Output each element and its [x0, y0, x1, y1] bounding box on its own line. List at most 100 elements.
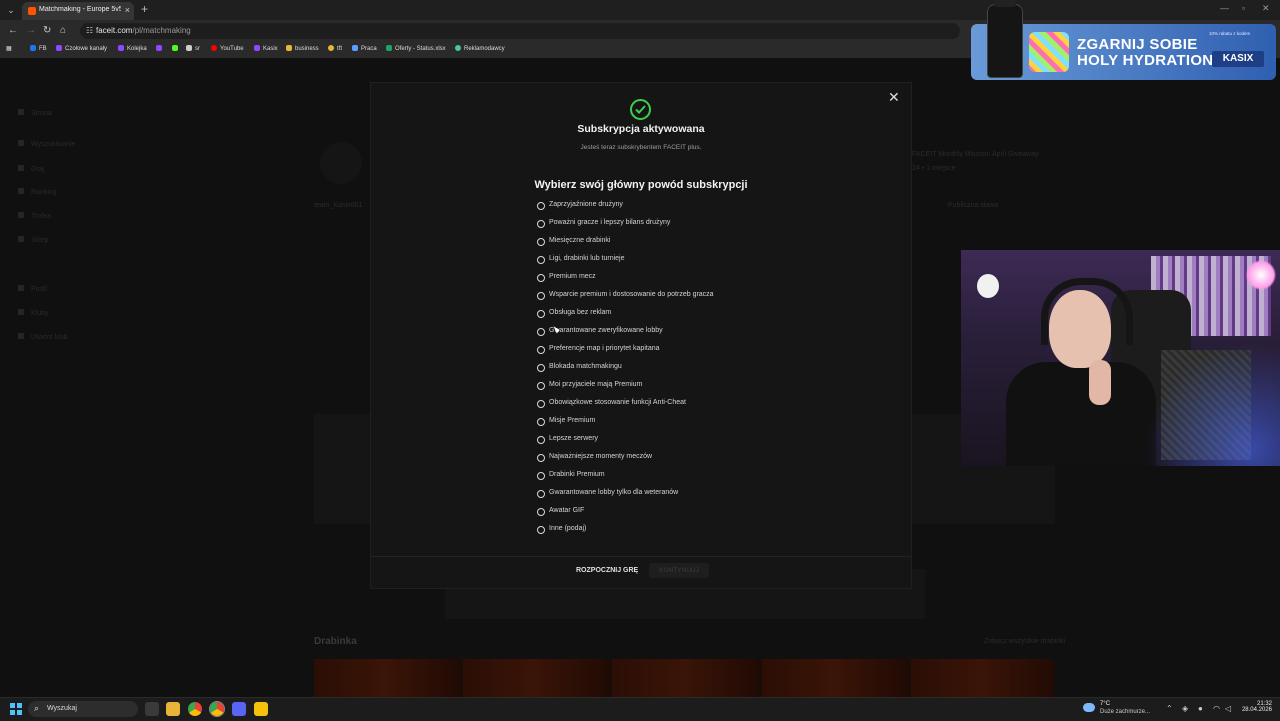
radio-button[interactable]	[537, 382, 545, 390]
radio-button[interactable]	[537, 490, 545, 498]
radio-button[interactable]	[537, 220, 545, 228]
radio-button[interactable]	[537, 364, 545, 372]
sidebar-item[interactable]: Wyszukiwanie	[18, 140, 75, 148]
bookmark-kolejka[interactable]: Kolejka	[118, 45, 147, 52]
chrome-profile-icon[interactable]	[209, 701, 225, 717]
continue-button[interactable]: KONTYNUUJ	[649, 563, 709, 578]
address-bar[interactable]: ☷ faceit.com/pl/matchmaking	[80, 23, 960, 39]
task-view-icon[interactable]	[145, 702, 159, 716]
radio-button[interactable]	[537, 292, 545, 300]
home-icon[interactable]: ⌂	[60, 25, 66, 36]
maximize-icon[interactable]: ▫	[1242, 3, 1245, 13]
webcam-overlay	[961, 250, 1280, 466]
sidebar-item[interactable]: Ranking	[18, 188, 57, 196]
sidebar-item[interactable]: Kluby	[18, 309, 49, 317]
search-placeholder: Wyszukaj	[47, 705, 77, 712]
volume-icon[interactable]: ◁	[1225, 704, 1231, 713]
discord-icon[interactable]	[232, 702, 246, 716]
radio-button[interactable]	[537, 400, 545, 408]
ad-promo-code: KASIX	[1212, 51, 1264, 67]
sidebar-item[interactable]: Utwórz klub	[18, 333, 68, 341]
new-tab-plus-icon[interactable]: +	[141, 2, 148, 16]
apps-grid-icon[interactable]: ▦	[6, 45, 12, 52]
back-arrow-icon[interactable]: ←	[8, 25, 18, 36]
player-avatar	[320, 142, 362, 184]
faceit-sidebar: Strona Wyszukiwanie Graj Ranking Trofea …	[0, 59, 120, 697]
event-title: FACEIT Monthly Mission: April Giveaway	[912, 151, 1039, 158]
radio-button[interactable]	[537, 346, 545, 354]
radio-button[interactable]	[537, 508, 545, 516]
modal-footer-divider	[371, 556, 911, 557]
modal-subtitle: Jesteś teraz subskrybentem FACEIT plus.	[580, 144, 702, 151]
ladder-link[interactable]: Zobacz wszystkie drabinki	[984, 638, 1065, 645]
rgb-glow	[961, 250, 1280, 466]
reload-icon[interactable]: ↻	[43, 25, 51, 36]
radio-button[interactable]	[537, 202, 545, 210]
radio-button[interactable]	[537, 454, 545, 462]
sidebar-item[interactable]: Strona	[18, 109, 52, 117]
bookmark-oferty[interactable]: Oferty - Status.xlsx	[386, 45, 446, 52]
bookmark-kasix[interactable]: Kasix	[254, 45, 278, 52]
ad-fineprint: 10% rabatu z kodem	[1209, 31, 1251, 36]
sidebar-item[interactable]: Graj	[18, 165, 44, 173]
sidebar-item[interactable]: Profil	[18, 285, 47, 293]
windows-taskbar: ⌕ Wyszukaj 7°C Duże zachmurze... ⌃ ◈ ● ◠…	[0, 697, 1280, 721]
radio-button[interactable]	[537, 238, 545, 246]
system-clock[interactable]: 21:32 28.04.2026	[1240, 701, 1272, 713]
radio-button[interactable]	[537, 418, 545, 426]
bookmark-czolowe-kanaly[interactable]: Czołowe kanały	[56, 45, 107, 52]
bookmark-sr[interactable]: sr	[186, 45, 200, 52]
sticky-app-icon[interactable]	[254, 702, 268, 716]
windows-start-icon[interactable]	[10, 703, 22, 715]
modal-title: Subskrypcja aktywowana	[577, 123, 705, 135]
close-window-icon[interactable]: ✕	[1262, 3, 1270, 14]
status-label: Publiczna sława	[948, 202, 999, 209]
tray-chevron-icon[interactable]: ⌃	[1166, 704, 1173, 713]
tab-close-icon[interactable]: ×	[125, 5, 130, 15]
bookmark-praca[interactable]: Praca	[352, 45, 377, 52]
radio-button[interactable]	[537, 526, 545, 534]
site-info-icon[interactable]: ☷	[86, 26, 93, 35]
ladder-heading: Drabinka	[314, 636, 357, 647]
radio-button[interactable]	[537, 328, 545, 336]
radio-button[interactable]	[537, 256, 545, 264]
network-icon[interactable]: ◈	[1182, 704, 1188, 713]
file-explorer-icon[interactable]	[166, 702, 180, 716]
bookmark-twitch[interactable]	[156, 45, 165, 52]
tab-list-chevron-icon[interactable]: ⌄	[4, 3, 18, 17]
sponsor-banner[interactable]: ZGARNIJ SOBIE HOLY HYDRATION 10% rabatu …	[971, 0, 1276, 80]
wifi-icon[interactable]: ◠	[1213, 704, 1220, 713]
radio-button[interactable]	[537, 472, 545, 480]
ladder-strip	[314, 659, 1055, 699]
radio-button[interactable]	[537, 436, 545, 444]
bookmark-tft[interactable]: tft	[328, 45, 342, 52]
start-game-button[interactable]: ROZPOCZNIJ GRĘ	[576, 567, 638, 574]
radio-button[interactable]	[537, 274, 545, 282]
sidebar-item[interactable]: Trofea	[18, 212, 51, 220]
address-url: faceit.com/pl/matchmaking	[96, 26, 191, 35]
bookmark-youtube[interactable]: YouTube	[211, 45, 244, 52]
browser-tab-active[interactable]: Matchmaking - Europe 5v5 Qu ×	[22, 2, 134, 20]
close-modal-icon[interactable]: ✕	[888, 89, 900, 106]
tab-title: Matchmaking - Europe 5v5 Qu	[39, 6, 121, 13]
chrome-icon[interactable]	[188, 702, 202, 716]
minimize-icon[interactable]: —	[1220, 3, 1229, 13]
reason-question: Wybierz swój główny powód subskrypcji	[534, 179, 748, 191]
forward-arrow-icon[interactable]: →	[26, 25, 36, 36]
subscription-modal: ✕ Subskrypcja aktywowana Jesteś teraz su…	[370, 82, 912, 589]
cloud-icon	[1083, 703, 1095, 712]
success-check-icon	[630, 99, 651, 120]
bookmark-kick[interactable]	[172, 45, 181, 52]
shaker-bottle-image	[987, 0, 1023, 78]
ad-headline-2: HOLY HYDRATION	[1077, 52, 1214, 69]
taskbar-search[interactable]: ⌕ Wyszukaj	[28, 701, 138, 717]
match-card	[314, 414, 370, 524]
mic-icon[interactable]: ●	[1198, 704, 1203, 713]
ad-headline-1: ZGARNIJ SOBIE	[1077, 36, 1198, 53]
sidebar-item[interactable]: Sklep	[18, 236, 49, 244]
bookmark-fb[interactable]: FB	[30, 45, 47, 52]
bookmark-reklamodawcy[interactable]: Reklamodawcy	[455, 45, 505, 52]
bookmark-business[interactable]: business	[286, 45, 319, 52]
radio-button[interactable]	[537, 310, 545, 318]
browser-tab-bar: ⌄ Matchmaking - Europe 5v5 Qu × + — ▫ ✕	[0, 0, 1280, 20]
